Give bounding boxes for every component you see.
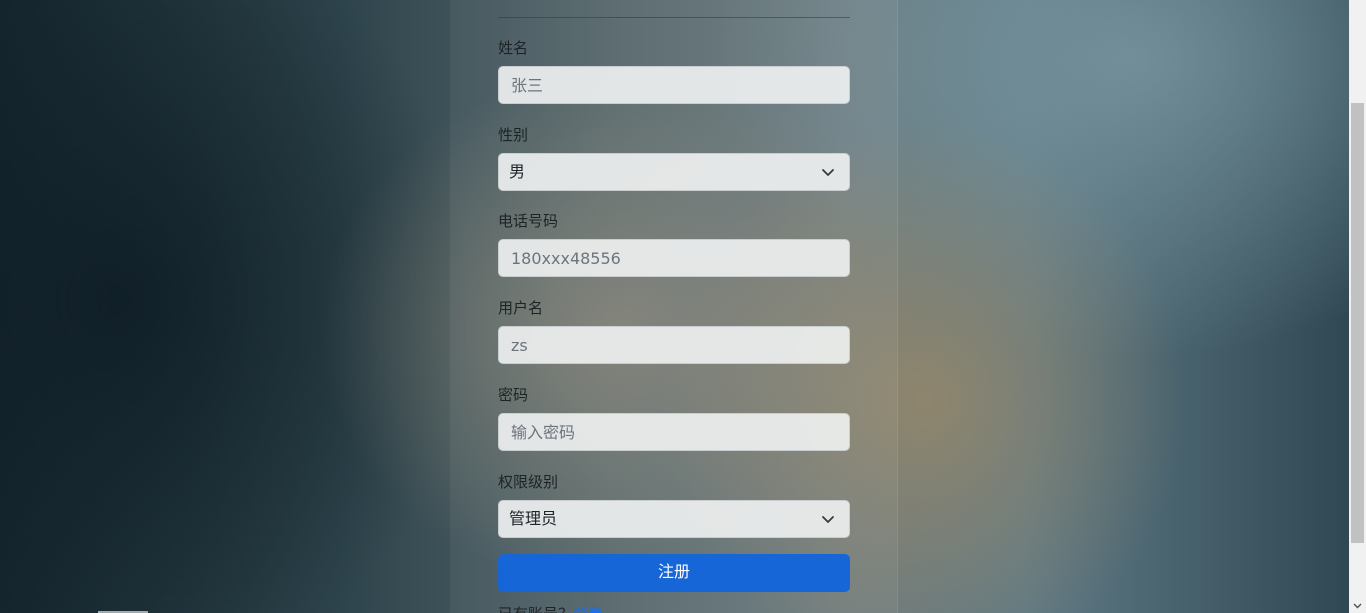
chevron-down-icon xyxy=(822,516,834,523)
login-prompt-text: 已有账号？ xyxy=(498,605,573,613)
phone-input[interactable] xyxy=(498,239,850,277)
gender-selected-value: 男 xyxy=(509,162,526,181)
role-select[interactable]: 管理员 xyxy=(498,500,850,538)
name-input[interactable] xyxy=(498,66,850,104)
scrollbar-thumb[interactable] xyxy=(1351,103,1364,543)
register-form-panel: 姓名 性别 男 电话号码 用户名 密码 权限级别 管理员 注册 已有账号？登录 xyxy=(450,0,898,613)
login-prompt: 已有账号？登录 xyxy=(498,603,603,613)
gender-select[interactable]: 男 xyxy=(498,153,850,191)
role-label: 权限级别 xyxy=(498,473,559,491)
username-input[interactable] xyxy=(498,326,850,364)
divider xyxy=(498,17,850,18)
scroll-down-arrow-icon[interactable] xyxy=(1353,601,1362,610)
gender-label: 性别 xyxy=(498,126,529,144)
chevron-down-icon xyxy=(822,169,834,176)
vertical-scrollbar[interactable] xyxy=(1349,0,1366,613)
password-label: 密码 xyxy=(498,386,529,404)
name-label: 姓名 xyxy=(498,39,529,57)
role-selected-value: 管理员 xyxy=(509,509,558,528)
register-button[interactable]: 注册 xyxy=(498,554,850,592)
password-input[interactable] xyxy=(498,413,850,451)
username-label: 用户名 xyxy=(498,299,544,317)
login-link[interactable]: 登录 xyxy=(573,605,603,613)
phone-label: 电话号码 xyxy=(498,212,559,230)
